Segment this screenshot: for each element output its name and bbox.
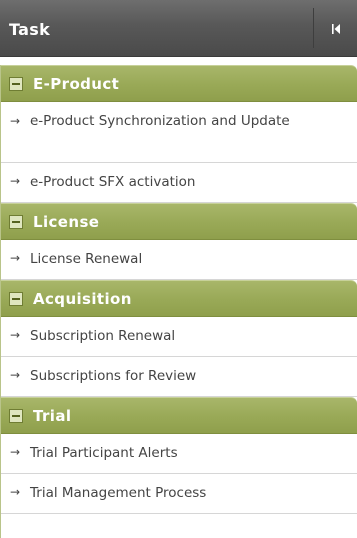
list-item[interactable]: → License Renewal	[1, 240, 357, 280]
panel-header: Task	[0, 0, 357, 57]
list-item[interactable]: → Trial Participant Alerts	[1, 434, 357, 474]
item-label[interactable]: Trial Management Process	[30, 484, 353, 503]
minus-icon[interactable]	[9, 409, 23, 423]
group-title: Acquisition	[33, 290, 132, 308]
item-label[interactable]: Subscriptions for Review	[30, 367, 353, 386]
task-list: E-Product → e-Product Synchronization an…	[0, 65, 357, 538]
collapse-left-icon[interactable]	[324, 18, 348, 40]
item-label[interactable]: e-Product Synchronization and Update	[30, 112, 353, 131]
list-item[interactable]: → Trial Management Process	[1, 474, 357, 514]
arrow-right-icon: →	[10, 328, 21, 342]
item-label[interactable]: License Renewal	[30, 250, 353, 269]
arrow-right-icon: →	[10, 174, 21, 188]
item-label[interactable]: Trial Participant Alerts	[30, 444, 353, 463]
group-title: Trial	[33, 407, 72, 425]
panel-title: Task	[9, 20, 51, 39]
group-header-acquisition[interactable]: Acquisition	[1, 280, 357, 317]
list-item[interactable]: → e-Product Synchronization and Update	[1, 102, 357, 163]
task-panel: Task E-Product → e-Product Synchronizati…	[0, 0, 357, 538]
item-label[interactable]: Subscription Renewal	[30, 327, 353, 346]
arrow-right-icon: →	[10, 368, 21, 382]
minus-icon[interactable]	[9, 77, 23, 91]
arrow-right-icon: →	[10, 251, 21, 265]
list-item[interactable]: → e-Product SFX activation	[1, 163, 357, 203]
header-divider	[313, 8, 314, 48]
group-title: License	[33, 213, 100, 231]
arrow-right-icon: →	[10, 445, 21, 459]
arrow-right-icon: →	[10, 114, 21, 128]
arrow-right-icon: →	[10, 485, 21, 499]
group-header-license[interactable]: License	[1, 203, 357, 240]
header-gap	[0, 57, 357, 65]
minus-icon[interactable]	[9, 215, 23, 229]
list-item[interactable]: → Subscriptions for Review	[1, 357, 357, 397]
item-label[interactable]: e-Product SFX activation	[30, 173, 353, 192]
list-item[interactable]: → Subscription Renewal	[1, 317, 357, 357]
group-header-e-product[interactable]: E-Product	[1, 65, 357, 102]
group-header-trial[interactable]: Trial	[1, 397, 357, 434]
group-title: E-Product	[33, 75, 120, 93]
minus-icon[interactable]	[9, 292, 23, 306]
